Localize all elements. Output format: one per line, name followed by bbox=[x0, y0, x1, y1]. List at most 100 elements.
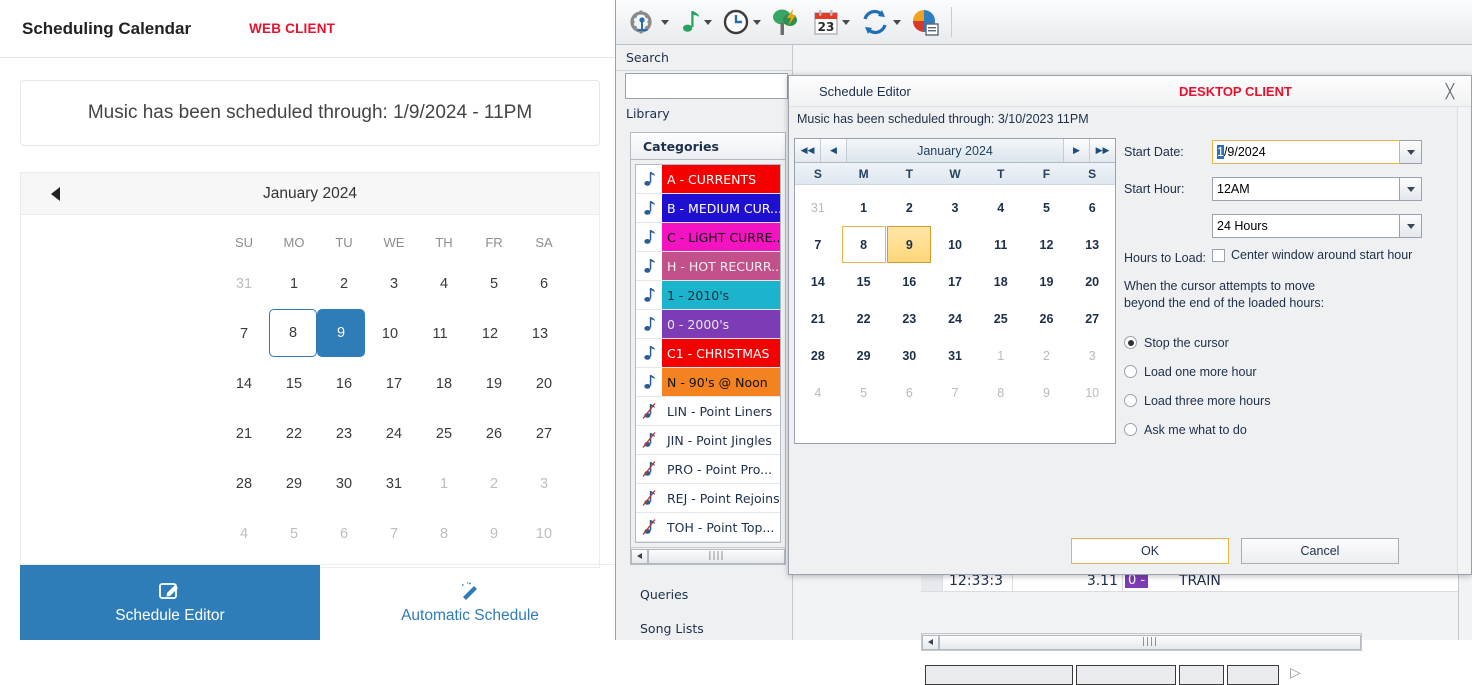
web-calendar-day[interactable]: 8 bbox=[269, 309, 317, 357]
radio-dot[interactable] bbox=[1124, 365, 1137, 378]
start-hour-dropdown-icon[interactable] bbox=[1400, 177, 1422, 201]
dialog-calendar-day[interactable]: 25 bbox=[978, 300, 1024, 337]
dialog-calendar-day[interactable]: 8 bbox=[978, 374, 1024, 411]
bottom-button-3[interactable] bbox=[1179, 665, 1224, 685]
sidebar-item-queries[interactable]: Queries bbox=[616, 583, 792, 607]
dialog-calendar-day[interactable]: 17 bbox=[932, 263, 978, 300]
dialog-calendar-day[interactable]: 14 bbox=[795, 263, 841, 300]
web-calendar-day[interactable]: 7 bbox=[369, 509, 419, 559]
web-calendar-day[interactable]: 10 bbox=[519, 509, 569, 559]
web-calendar-day[interactable]: 3 bbox=[519, 459, 569, 509]
hours-to-load-dropdown-icon[interactable] bbox=[1400, 214, 1422, 238]
dialog-calendar-day[interactable]: 7 bbox=[795, 226, 841, 263]
web-calendar-day[interactable]: 21 bbox=[219, 409, 269, 459]
dialog-calendar-day[interactable]: 22 bbox=[841, 300, 887, 337]
dialog-calendar-day[interactable]: 31 bbox=[795, 189, 841, 226]
tab-automatic-schedule[interactable]: Automatic Schedule bbox=[320, 565, 620, 640]
ok-button[interactable]: OK bbox=[1071, 538, 1229, 564]
category-row[interactable]: H - HOT RECURR... bbox=[636, 252, 780, 281]
web-calendar-day[interactable]: 15 bbox=[269, 359, 319, 409]
checkbox-box[interactable] bbox=[1212, 249, 1225, 262]
web-calendar-day[interactable]: 16 bbox=[319, 359, 369, 409]
radio-dot[interactable] bbox=[1124, 394, 1137, 407]
web-calendar-day[interactable]: 3 bbox=[369, 259, 419, 309]
web-calendar-day[interactable]: 30 bbox=[319, 459, 369, 509]
scroll-left-icon[interactable] bbox=[922, 634, 939, 650]
radio-option[interactable]: Ask me what to do bbox=[1124, 415, 1465, 444]
chevron-down-icon[interactable] bbox=[893, 19, 901, 25]
chevron-down-icon[interactable] bbox=[661, 19, 669, 25]
dialog-calendar-day[interactable]: 11 bbox=[978, 226, 1024, 263]
dialog-calendar-grid[interactable]: 31 1 2 3 4 5 6 7 8 9 10 11 12 13 14 15 16 17 18 19 20 21 22 23 2… bbox=[795, 185, 1115, 417]
dialog-calendar-day[interactable]: 23 bbox=[886, 300, 932, 337]
start-date-dropdown-icon[interactable] bbox=[1400, 140, 1422, 164]
dialog-calendar-day[interactable]: 12 bbox=[1024, 226, 1070, 263]
categories-list[interactable]: A - CURRENTS B - MEDIUM CUR... C - LiGHT C… bbox=[635, 164, 781, 543]
dialog-calendar-day[interactable]: 6 bbox=[886, 374, 932, 411]
triangle-left-icon[interactable] bbox=[51, 186, 60, 201]
search-input[interactable] bbox=[625, 73, 788, 99]
toolbar-refresh-sync[interactable] bbox=[856, 8, 905, 36]
bottom-button-1[interactable] bbox=[925, 665, 1073, 685]
category-row[interactable]: C1 - CHRISTMAS bbox=[636, 339, 780, 368]
scroll-left-icon[interactable] bbox=[631, 548, 648, 564]
hscroll-thumb[interactable]: |||| bbox=[648, 548, 785, 564]
web-calendar-day[interactable]: 11 bbox=[415, 309, 465, 359]
web-calendar-day[interactable]: 12 bbox=[465, 309, 515, 359]
dialog-calendar-day[interactable]: 31 bbox=[932, 337, 978, 374]
radio-option[interactable]: Load three more hours bbox=[1124, 386, 1465, 415]
arrow-left-icon[interactable]: ◀ bbox=[821, 139, 847, 162]
web-calendar-day[interactable]: 31 bbox=[369, 459, 419, 509]
dialog-calendar-day[interactable]: 26 bbox=[1024, 300, 1070, 337]
start-date-input[interactable]: 1/9/2024 bbox=[1212, 140, 1400, 164]
category-row[interactable]: 1 - 2010's bbox=[636, 281, 780, 310]
dialog-calendar-day[interactable]: 30 bbox=[886, 337, 932, 374]
web-calendar-day[interactable]: 17 bbox=[369, 359, 419, 409]
web-calendar-day[interactable]: 1 bbox=[269, 259, 319, 309]
category-row[interactable]: C - LiGHT CURRE... bbox=[636, 223, 780, 252]
web-calendar-day[interactable]: 8 bbox=[419, 509, 469, 559]
web-calendar-day[interactable]: 19 bbox=[469, 359, 519, 409]
hours-to-load-value[interactable]: 24 Hours bbox=[1212, 214, 1400, 238]
grid-hscrollbar[interactable]: |||| bbox=[921, 633, 1362, 651]
web-calendar-day[interactable]: 6 bbox=[319, 509, 369, 559]
web-calendar-day[interactable]: 5 bbox=[469, 259, 519, 309]
dialog-calendar-day[interactable]: 5 bbox=[841, 374, 887, 411]
web-calendar-day[interactable]: 14 bbox=[219, 359, 269, 409]
category-row[interactable]: N - 90's @ Noon bbox=[636, 368, 780, 397]
dialog-calendar-day[interactable]: 16 bbox=[886, 263, 932, 300]
dialog-calendar-day[interactable]: 1 bbox=[978, 337, 1024, 374]
hscroll-track[interactable]: |||| bbox=[648, 548, 785, 564]
web-calendar-day[interactable]: 10 bbox=[365, 309, 415, 359]
dialog-calendar-day[interactable]: 4 bbox=[795, 374, 841, 411]
dialog-titlebar[interactable]: Schedule Editor DESKTOP CLIENT ╳ bbox=[789, 76, 1471, 107]
web-calendar-day[interactable]: 13 bbox=[515, 309, 565, 359]
grid-hscroll-track[interactable]: |||| bbox=[939, 634, 1361, 650]
sidebar-item-song-lists[interactable]: Song Lists bbox=[616, 617, 792, 641]
cursor-behavior-radio-group[interactable]: Stop the cursor Load one more hour Load th… bbox=[1124, 328, 1465, 444]
dialog-calendar-day[interactable]: 28 bbox=[795, 337, 841, 374]
category-row[interactable]: REJ - Point Rejoins bbox=[636, 484, 780, 513]
categories-hscrollbar[interactable]: |||| bbox=[631, 547, 785, 564]
close-icon[interactable]: ╳ bbox=[1441, 82, 1459, 100]
dialog-calendar-day[interactable]: 24 bbox=[932, 300, 978, 337]
dialog-calendar-day[interactable]: 10 bbox=[1069, 374, 1115, 411]
web-calendar-day[interactable]: 29 bbox=[269, 459, 319, 509]
dialog-calendar-day[interactable]: 8 bbox=[841, 226, 887, 263]
web-calendar-day[interactable]: 31 bbox=[219, 259, 269, 309]
chevron-down-icon[interactable] bbox=[704, 19, 712, 25]
dialog-calendar-day[interactable]: 20 bbox=[1069, 263, 1115, 300]
center-window-checkbox[interactable]: Center window around start hour bbox=[1212, 247, 1412, 263]
toolbar-tree-lightning[interactable] bbox=[767, 7, 807, 37]
bottom-button-4[interactable] bbox=[1227, 665, 1279, 685]
dialog-calendar-day[interactable]: 15 bbox=[841, 263, 887, 300]
category-row[interactable]: LIN - Point Liners bbox=[636, 397, 780, 426]
dialog-calendar-day[interactable]: 2 bbox=[886, 189, 932, 226]
toolbar-pie-report[interactable] bbox=[907, 8, 943, 36]
radio-dot[interactable] bbox=[1124, 336, 1137, 349]
chevron-down-icon[interactable] bbox=[842, 19, 850, 25]
web-calendar-day[interactable]: 9 bbox=[317, 309, 365, 357]
web-calendar-day[interactable]: 7 bbox=[219, 309, 269, 359]
web-calendar-day[interactable]: 2 bbox=[319, 259, 369, 309]
radio-dot[interactable] bbox=[1124, 423, 1137, 436]
